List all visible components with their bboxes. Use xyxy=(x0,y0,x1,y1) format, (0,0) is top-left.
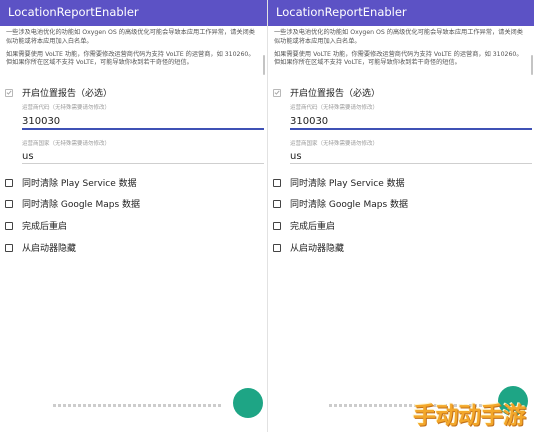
watermark-logo: 手动动手游 xyxy=(413,403,526,429)
reboot-after-row[interactable]: 完成后重启 xyxy=(273,219,335,232)
hide-launcher-label: 从启动器隐藏 xyxy=(22,244,77,254)
hide-launcher-row[interactable]: 从启动器隐藏 xyxy=(273,241,344,254)
enable-report-row[interactable]: 开启位置报告（必选） xyxy=(5,86,112,99)
clear-google-maps-label: 同时清除 Google Maps 数据 xyxy=(290,200,409,210)
reboot-after-checkbox[interactable] xyxy=(273,221,281,230)
fab-button[interactable] xyxy=(233,388,263,418)
hide-launcher-checkbox[interactable] xyxy=(273,243,281,252)
enable-report-checkbox[interactable] xyxy=(273,88,281,97)
carrier-country-underline xyxy=(22,163,264,164)
scrollbar[interactable] xyxy=(531,55,533,75)
left-screen: LocationReportEnabler 一些涉及电池优化的功能如 Oxyge… xyxy=(0,0,267,432)
description-para-2: 如果需要使用 VoLTE 功能，你需要修改运营商代码为支持 VoLTE 的运营商… xyxy=(274,50,523,67)
reboot-after-label: 完成后重启 xyxy=(22,222,68,232)
carrier-code-input[interactable] xyxy=(22,114,264,128)
reboot-after-label: 完成后重启 xyxy=(290,222,336,232)
carrier-country-input[interactable] xyxy=(22,149,264,163)
description: 一些涉及电池优化的功能如 Oxygen OS 的高级优化可能会导致本应用工作异常… xyxy=(268,26,534,68)
description-para-1: 一些涉及电池优化的功能如 Oxygen OS 的高级优化可能会导致本应用工作异常… xyxy=(6,29,255,45)
enable-report-label: 开启位置报告（必选） xyxy=(290,89,381,99)
check-icon xyxy=(274,90,280,95)
enable-report-checkbox[interactable] xyxy=(5,88,13,97)
carrier-country-underline xyxy=(290,163,532,164)
scrollbar[interactable] xyxy=(263,55,265,75)
clear-google-maps-row[interactable]: 同时清除 Google Maps 数据 xyxy=(5,197,140,210)
clear-play-service-checkbox[interactable] xyxy=(273,178,281,187)
carrier-country-hint: 运营商国家（无特殊需要请勿修改） xyxy=(290,141,379,147)
clear-google-maps-checkbox[interactable] xyxy=(5,199,13,208)
description-para-1: 一些涉及电池优化的功能如 Oxygen OS 的高级优化可能会导致本应用工作异常… xyxy=(274,29,523,45)
carrier-code-hint: 运营商代码（无特殊需要请勿修改） xyxy=(22,105,111,111)
enable-report-row[interactable]: 开启位置报告（必选） xyxy=(273,86,380,99)
carrier-code-underline xyxy=(22,128,264,130)
check-icon xyxy=(6,90,12,95)
carrier-country-hint: 运营商国家（无特殊需要请勿修改） xyxy=(22,141,111,147)
carrier-country-input[interactable] xyxy=(290,149,532,163)
app-titlebar: LocationReportEnabler xyxy=(0,0,267,26)
clear-play-service-row[interactable]: 同时清除 Play Service 数据 xyxy=(5,176,137,189)
clear-google-maps-row[interactable]: 同时清除 Google Maps 数据 xyxy=(273,197,408,210)
clear-play-service-label: 同时清除 Play Service 数据 xyxy=(22,179,137,189)
carrier-code-underline xyxy=(290,128,532,130)
description-para-2: 如果需要使用 VoLTE 功能，你需要修改运营商代码为支持 VoLTE 的运营商… xyxy=(6,50,255,67)
app-titlebar: LocationReportEnabler xyxy=(268,0,534,26)
clear-google-maps-label: 同时清除 Google Maps 数据 xyxy=(22,200,141,210)
hide-launcher-checkbox[interactable] xyxy=(5,243,13,252)
enable-report-label: 开启位置报告（必选） xyxy=(22,89,113,99)
clear-play-service-checkbox[interactable] xyxy=(5,178,13,187)
description: 一些涉及电池优化的功能如 Oxygen OS 的高级优化可能会导致本应用工作异常… xyxy=(0,26,267,68)
blurred-content xyxy=(52,392,222,422)
carrier-code-hint: 运营商代码（无特殊需要请勿修改） xyxy=(290,105,379,111)
clear-play-service-label: 同时清除 Play Service 数据 xyxy=(290,179,405,189)
right-screen: LocationReportEnabler 一些涉及电池优化的功能如 Oxyge… xyxy=(267,0,534,432)
hide-launcher-row[interactable]: 从启动器隐藏 xyxy=(5,241,76,254)
reboot-after-checkbox[interactable] xyxy=(5,221,13,230)
app-title: LocationReportEnabler xyxy=(8,5,139,19)
reboot-after-row[interactable]: 完成后重启 xyxy=(5,219,67,232)
hide-launcher-label: 从启动器隐藏 xyxy=(290,244,345,254)
app-title: LocationReportEnabler xyxy=(276,5,407,19)
carrier-code-input[interactable] xyxy=(290,114,532,128)
clear-play-service-row[interactable]: 同时清除 Play Service 数据 xyxy=(273,176,405,189)
clear-google-maps-checkbox[interactable] xyxy=(273,199,281,208)
